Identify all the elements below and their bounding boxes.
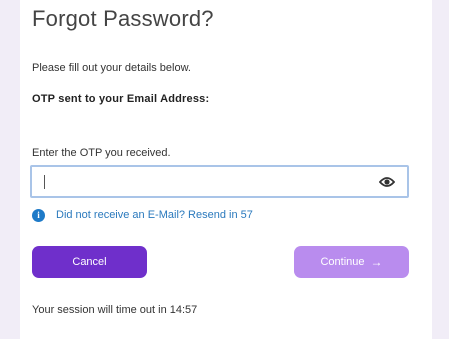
otp-field[interactable] (30, 165, 409, 198)
resend-notice: i Did not receive an E-Mail? Resend in 5… (32, 208, 253, 222)
otp-heading: OTP sent to your Email Address: (32, 93, 210, 105)
forgot-password-panel: Forgot Password? Please fill out your de… (20, 0, 432, 339)
arrow-right-icon: → (370, 255, 383, 269)
cancel-button-label: Cancel (72, 256, 107, 268)
continue-button[interactable]: Continue → (294, 246, 409, 278)
resend-link[interactable]: Did not receive an E-Mail? Resend in 57 (56, 209, 253, 221)
otp-field-label: Enter the OTP you received. (32, 147, 171, 159)
text-caret (44, 175, 45, 189)
page-subtitle: Please fill out your details below. (32, 62, 191, 74)
page-title: Forgot Password? (32, 6, 214, 31)
session-timeout-text: Your session will time out in 14:57 (32, 304, 198, 316)
eye-icon[interactable] (379, 175, 395, 189)
otp-input[interactable] (42, 171, 372, 193)
continue-button-label: Continue (320, 256, 365, 268)
cancel-button[interactable]: Cancel (32, 246, 147, 278)
info-icon: i (32, 208, 45, 222)
